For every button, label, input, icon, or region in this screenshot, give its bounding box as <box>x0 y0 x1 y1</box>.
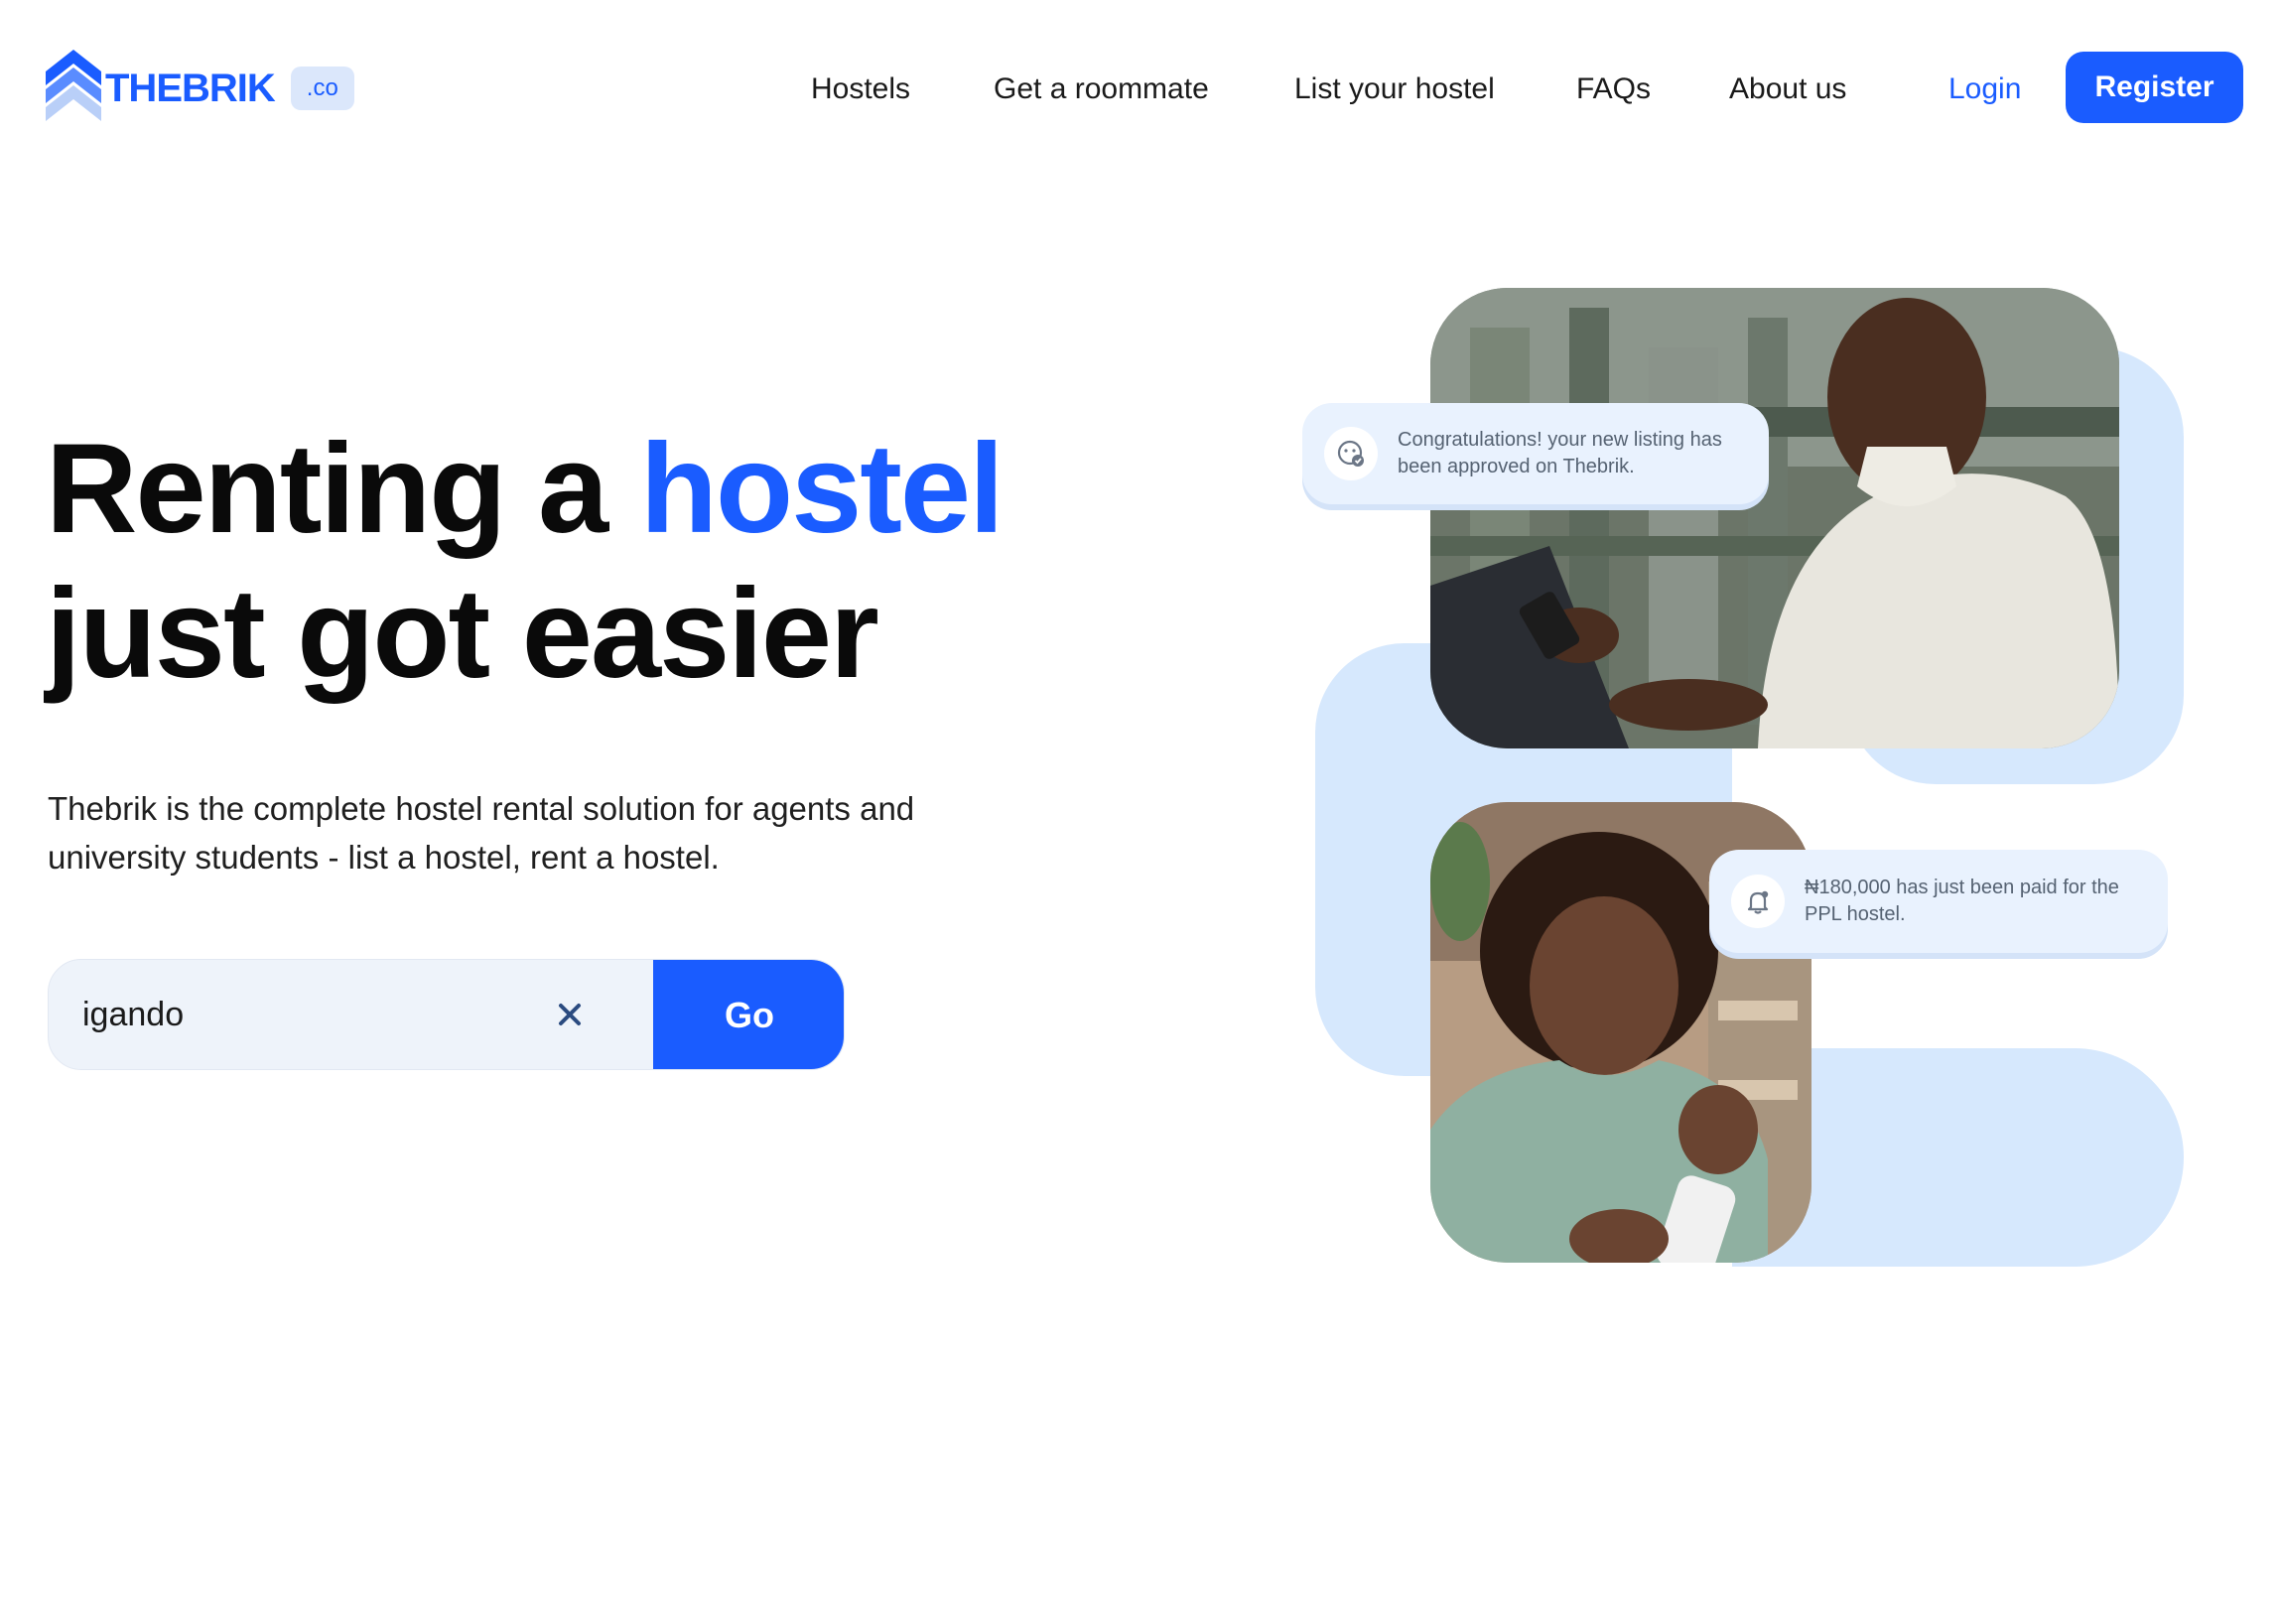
headline-part1: Renting a <box>46 418 608 560</box>
headline-accent: hostel <box>639 418 1005 560</box>
chevron-stack-logo-icon <box>46 50 101 121</box>
close-icon <box>559 1004 581 1025</box>
brand-logo[interactable]: THEBRIK .co <box>46 50 354 127</box>
search-input[interactable] <box>82 960 559 1069</box>
nav-faqs[interactable]: FAQs <box>1576 60 1651 119</box>
search-bar: Go <box>48 959 845 1070</box>
payment-notification: ₦180,000 has just been paid for the PPL … <box>1709 850 2168 953</box>
nav-about-us[interactable]: About us <box>1729 60 1846 119</box>
brand-domain-badge: .co <box>290 67 354 110</box>
verified-badge-icon <box>1324 427 1378 480</box>
nav-hostels[interactable]: Hostels <box>811 60 910 119</box>
man-with-laptop-photo <box>1430 288 2119 748</box>
notification-text: ₦180,000 has just been paid for the PPL … <box>1805 877 2119 925</box>
clear-search-button[interactable] <box>545 990 595 1039</box>
go-button[interactable]: Go <box>653 960 844 1069</box>
hero-headline: Renting a hostel just got easier <box>46 417 1005 707</box>
login-link[interactable]: Login <box>1948 60 2021 119</box>
nav-get-a-roommate[interactable]: Get a roommate <box>994 60 1209 119</box>
nav-list-your-hostel[interactable]: List your hostel <box>1294 60 1495 119</box>
register-button[interactable]: Register <box>2066 52 2243 123</box>
brand-name: THEBRIK <box>105 66 276 110</box>
hero-subtext: Thebrik is the complete hostel rental so… <box>48 790 915 876</box>
notification-text: Congratulations! your new listing has be… <box>1398 429 1722 477</box>
bell-icon <box>1731 875 1785 928</box>
approval-notification: Congratulations! your new listing has be… <box>1302 403 1769 504</box>
headline-part2: just got easier <box>46 563 879 705</box>
